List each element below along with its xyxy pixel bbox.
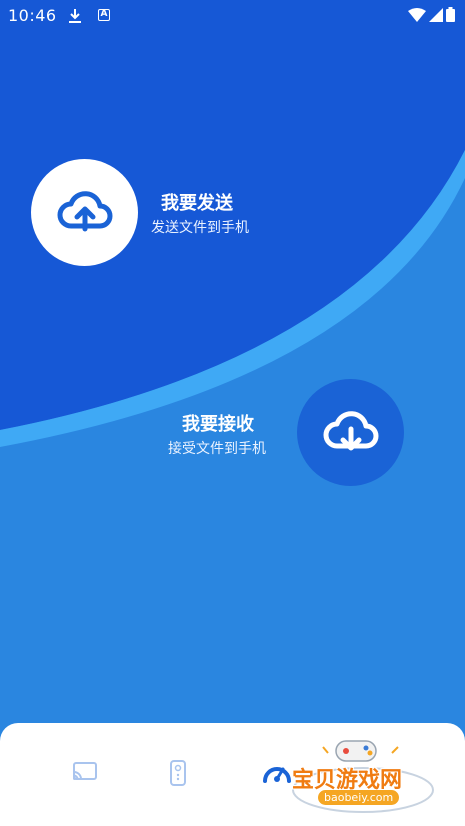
cast-icon[interactable] (72, 761, 98, 787)
receive-subtitle: 接受文件到手机 (168, 441, 266, 457)
signal-icon (429, 7, 443, 26)
receive-title[interactable]: 我要接收 (182, 410, 254, 436)
watermark: 宝贝游戏网 baobeiy.com (278, 735, 448, 815)
cloud-download-icon (322, 408, 380, 458)
battery-icon (446, 7, 455, 26)
send-button[interactable] (31, 159, 138, 266)
download-icon (68, 8, 82, 28)
a-icon: A (98, 9, 110, 21)
receive-button[interactable] (297, 379, 404, 486)
cloud-upload-icon (56, 188, 114, 238)
remote-icon[interactable] (170, 760, 186, 790)
watermark-url: baobeiy.com (318, 790, 400, 805)
status-time: 10:46 (8, 6, 57, 25)
wifi-icon (408, 7, 426, 26)
status-bar: 10:46 A (0, 0, 465, 32)
send-subtitle: 发送文件到手机 (151, 220, 249, 236)
send-title[interactable]: 我要发送 (161, 189, 233, 215)
